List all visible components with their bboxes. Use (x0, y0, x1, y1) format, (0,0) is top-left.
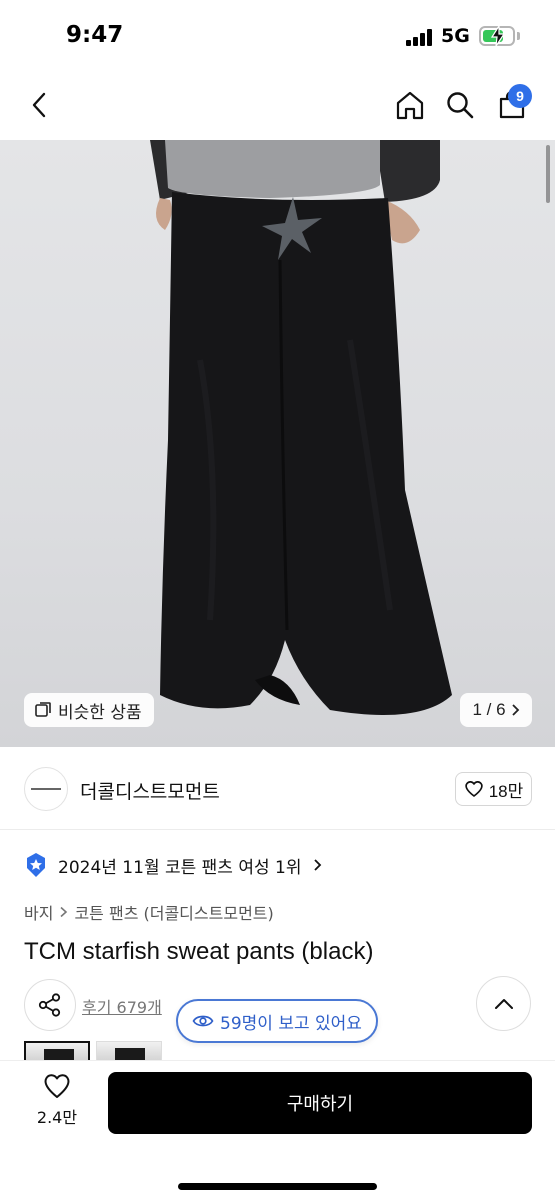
status-time: 9:47 (66, 22, 124, 48)
network-label: 5G (441, 25, 470, 47)
ranking-badge-icon (27, 853, 45, 877)
viewers-text: 59명이 보고 있어요 (220, 1013, 362, 1034)
cart-count-badge: 9 (508, 84, 532, 108)
scroll-to-top-button[interactable] (476, 976, 531, 1031)
scrollbar[interactable] (546, 145, 550, 203)
ranking-text: 2024년 11월 코튼 팬츠 여성 1위 (58, 857, 302, 878)
charging-bolt-icon (490, 25, 506, 47)
similar-products-button[interactable]: 비슷한 상품 (24, 693, 154, 727)
wishlist-count: 2.4만 (36, 1108, 78, 1127)
similar-products-label: 비슷한 상품 (58, 702, 142, 723)
heart-icon (44, 1074, 70, 1098)
brand-name[interactable]: 더콜디스트모먼트 (80, 777, 220, 804)
chevron-right-icon (511, 704, 519, 716)
home-icon (396, 91, 424, 120)
breadcrumb-separator-icon (60, 906, 68, 918)
product-title: TCM starfish sweat pants (black) (24, 938, 374, 965)
signal-icon (406, 28, 432, 46)
breadcrumb-subcategory[interactable]: 코튼 팬츠 (더콜디스트모먼트) (74, 900, 273, 924)
share-icon (38, 993, 61, 1017)
image-page-indicator[interactable]: 1 / 6 (460, 693, 532, 727)
brand-like-count: 18만 (488, 781, 524, 801)
page-indicator-label: 1 / 6 (472, 700, 506, 719)
similar-items-icon (35, 702, 51, 717)
back-button[interactable] (18, 83, 62, 127)
search-icon (447, 92, 474, 119)
chevron-right-icon (313, 859, 321, 871)
viewers-badge: 59명이 보고 있어요 (176, 999, 378, 1043)
buy-button[interactable]: 구매하기 (108, 1072, 532, 1134)
chevron-up-icon (494, 998, 513, 1009)
share-button[interactable] (24, 979, 76, 1031)
ranking-link[interactable]: 2024년 11월 코튼 팬츠 여성 1위 (24, 851, 322, 879)
home-button[interactable] (388, 83, 432, 127)
brand-like-button[interactable]: 18만 (455, 772, 532, 806)
product-photo (150, 140, 452, 715)
home-indicator (178, 1183, 377, 1190)
heart-icon (464, 781, 483, 797)
eye-icon (192, 1015, 214, 1027)
breadcrumb: 바지 코튼 팬츠 (더콜디스트모먼트) (24, 900, 274, 924)
battery-cap (517, 32, 520, 40)
chevron-left-icon (32, 92, 46, 118)
brand-logo[interactable] (24, 767, 68, 811)
product-image[interactable] (0, 140, 555, 747)
reviews-link[interactable]: 후기 679개 (82, 994, 162, 1018)
breadcrumb-category[interactable]: 바지 (24, 900, 53, 924)
wishlist-button[interactable]: 2.4만 (22, 1072, 92, 1134)
search-button[interactable] (438, 83, 482, 127)
